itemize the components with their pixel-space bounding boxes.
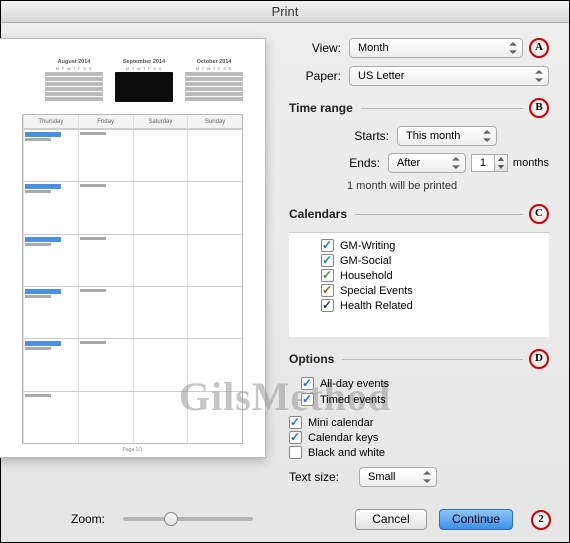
calendar-checkbox[interactable] — [321, 254, 334, 267]
paper-select[interactable]: US Letter — [349, 66, 549, 86]
zoom-slider[interactable] — [123, 517, 253, 521]
annotation-badge-d: D — [529, 349, 549, 369]
months-unit: months — [513, 157, 549, 169]
starts-select[interactable]: This month — [397, 126, 497, 146]
weekday-header: Friday — [78, 115, 133, 129]
calendar-checkbox[interactable] — [321, 284, 334, 297]
text-size-select[interactable]: Small — [359, 467, 437, 487]
calendar-keys-label: Calendar keys — [308, 432, 378, 444]
options-title: Options — [289, 352, 334, 366]
print-summary: 1 month will be printed — [347, 180, 549, 192]
annotation-badge-c: C — [529, 204, 549, 224]
ends-select[interactable]: After — [388, 153, 466, 173]
ends-label: Ends: — [347, 156, 380, 170]
calendar-checkbox[interactable] — [321, 269, 334, 282]
view-select[interactable]: Month — [349, 38, 523, 58]
calendars-title: Calendars — [289, 207, 347, 221]
text-size-label: Text size: — [289, 470, 351, 484]
timed-checkbox[interactable] — [301, 393, 314, 406]
calendar-checkbox[interactable] — [321, 299, 334, 312]
mini-calendar-label: Mini calendar — [308, 417, 373, 429]
months-count-input[interactable]: 1 — [471, 154, 495, 172]
weekday-header: Thursday — [23, 115, 78, 129]
view-label: View: — [289, 41, 341, 55]
page-indicator: Page 1/1 — [22, 447, 243, 453]
calendar-item-label: Health Related — [340, 300, 413, 312]
zoom-label: Zoom: — [71, 512, 105, 526]
annotation-badge-b: B — [529, 98, 549, 118]
calendar-item-label: Special Events — [340, 285, 413, 297]
mini-calendar-checkbox[interactable] — [289, 416, 302, 429]
bw-label: Black and white — [308, 447, 385, 459]
cancel-button[interactable]: Cancel — [355, 509, 427, 530]
bw-checkbox[interactable] — [289, 446, 302, 459]
time-range-title: Time range — [289, 101, 353, 115]
calendar-checkbox[interactable] — [321, 239, 334, 252]
window-title: Print — [1, 1, 569, 23]
allday-checkbox[interactable] — [301, 377, 314, 390]
paper-label: Paper: — [289, 69, 341, 83]
calendar-item-label: Household — [340, 270, 393, 282]
mini-calendar-current: September 2014M T W T F S S — [115, 59, 173, 104]
continue-button[interactable]: Continue — [439, 509, 513, 530]
months-stepper[interactable] — [494, 154, 508, 172]
annotation-badge-2: 2 — [531, 510, 551, 530]
dialog-content: August 2014M T W T F S S September 2014M… — [1, 23, 569, 542]
calendar-item-label: GM-Writing — [340, 240, 395, 252]
timed-label: Timed events — [320, 394, 386, 406]
mini-calendar-prev: August 2014M T W T F S S — [45, 59, 103, 104]
weekday-header: Saturday — [133, 115, 188, 129]
annotation-badge-a: A — [529, 38, 549, 58]
mini-calendar-next: October 2014M T W T F S S — [185, 59, 243, 104]
starts-label: Starts: — [347, 129, 389, 143]
calendar-list[interactable]: GM-Writing GM-Social Household Special E… — [289, 232, 549, 337]
print-preview: August 2014M T W T F S S September 2014M… — [0, 38, 266, 458]
calendar-item-label: GM-Social — [340, 255, 391, 267]
allday-label: All-day events — [320, 378, 389, 390]
weekday-header: Sunday — [187, 115, 242, 129]
calendar-keys-checkbox[interactable] — [289, 431, 302, 444]
